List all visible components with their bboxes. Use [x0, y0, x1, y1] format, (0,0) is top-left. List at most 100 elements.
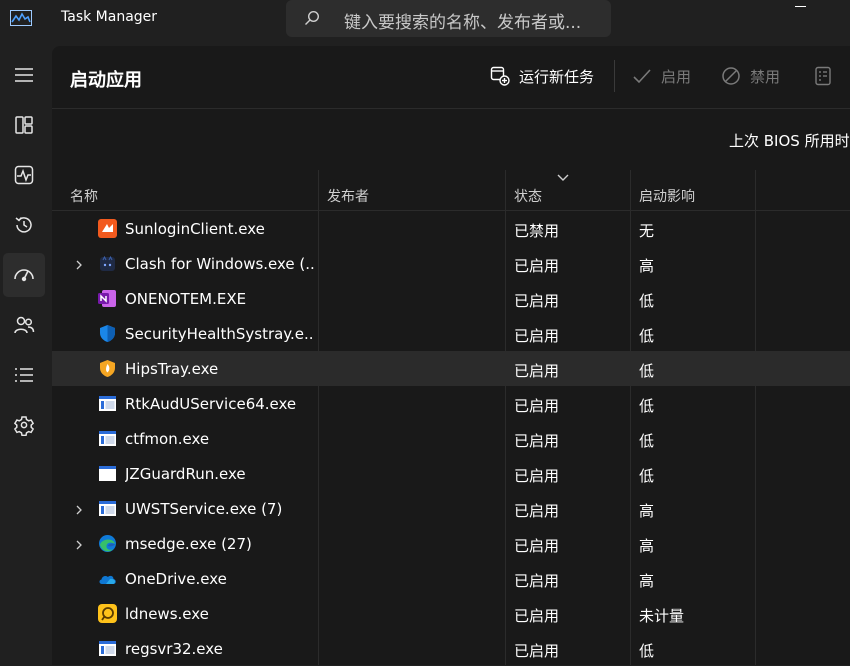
sort-chevron-down-icon — [557, 174, 569, 181]
disable-label: 禁用 — [750, 67, 781, 86]
row-status: 已启用 — [514, 257, 560, 275]
chevron-right-icon[interactable] — [74, 538, 84, 550]
row-status: 已启用 — [514, 362, 560, 380]
app-history-icon[interactable] — [3, 203, 45, 247]
generic-app-icon — [98, 429, 117, 448]
onenote-icon — [98, 289, 117, 308]
row-impact: 低 — [639, 432, 655, 450]
row-name: OneDrive.exe — [125, 570, 227, 588]
bios-time-label: 上次 BIOS 所用时间 — [729, 132, 850, 150]
table-row[interactable]: ctfmon.exe 已启用 低 — [52, 421, 850, 456]
row-name: UWSTService.exe (7) — [125, 500, 283, 518]
column-header-impact[interactable]: 启动影响 — [639, 186, 695, 206]
edge-icon — [98, 534, 117, 553]
row-name: HipsTray.exe — [125, 360, 219, 378]
row-impact: 低 — [639, 327, 655, 345]
row-impact: 高 — [639, 572, 655, 590]
row-status: 已启用 — [514, 502, 560, 520]
startup-apps-icon[interactable] — [3, 253, 45, 297]
navigation-sidebar — [0, 48, 50, 665]
row-status: 已禁用 — [514, 222, 560, 240]
row-name: ldnews.exe — [125, 605, 209, 623]
users-icon[interactable] — [3, 303, 45, 347]
onedrive-cloud-icon — [98, 569, 117, 588]
column-header-name[interactable]: 名称 — [70, 186, 98, 206]
processes-icon[interactable] — [3, 103, 45, 147]
column-header-status[interactable]: 状态 — [514, 186, 542, 206]
row-impact: 未计量 — [639, 607, 685, 625]
security-shield-icon — [98, 324, 117, 343]
startup-apps-panel: 启动应用 运行新任务 启用 禁用 上次 BIOS 所用时间 名称 发布者 状态 … — [52, 46, 850, 665]
search-box[interactable]: 键入要搜索的名称、发布者或... — [286, 0, 611, 37]
hips-shield-icon — [98, 359, 117, 378]
chevron-right-icon[interactable] — [74, 503, 84, 515]
table-row[interactable]: msedge.exe (27) 已启用 高 — [52, 526, 850, 561]
generic-app-icon — [98, 639, 117, 658]
disable-circle-icon — [722, 67, 740, 85]
search-input[interactable]: 键入要搜索的名称、发布者或... — [344, 8, 581, 33]
row-name: Clash for Windows.exe (... — [125, 255, 315, 273]
task-manager-app-icon — [10, 10, 32, 26]
toolbar-divider — [614, 60, 615, 92]
clash-icon — [98, 254, 117, 273]
title-bar: Task Manager 键入要搜索的名称、发布者或... — [0, 0, 850, 40]
table-row[interactable]: UWSTService.exe (7) 已启用 高 — [52, 491, 850, 526]
row-status: 已启用 — [514, 537, 560, 555]
row-status: 已启用 — [514, 467, 560, 485]
details-icon[interactable] — [3, 353, 45, 397]
row-status: 已启用 — [514, 642, 560, 660]
services-icon[interactable] — [3, 403, 45, 447]
header-divider — [52, 108, 850, 109]
new-task-icon — [490, 66, 510, 86]
minimize-icon[interactable] — [795, 6, 806, 7]
enable-label: 启用 — [661, 67, 692, 86]
table-row[interactable]: ldnews.exe 已启用 未计量 — [52, 596, 850, 631]
generic-app-icon — [98, 499, 117, 518]
table-row[interactable]: RtkAudUService64.exe 已启用 低 — [52, 386, 850, 421]
hamburger-menu-icon[interactable] — [3, 53, 45, 97]
row-status: 已启用 — [514, 432, 560, 450]
checkmark-icon — [633, 69, 651, 84]
row-impact: 高 — [639, 537, 655, 555]
row-impact: 低 — [639, 397, 655, 415]
row-impact: 低 — [639, 642, 655, 660]
row-status: 已启用 — [514, 572, 560, 590]
sunlogin-icon — [98, 219, 117, 238]
table-row[interactable]: Clash for Windows.exe (... 已启用 高 — [52, 246, 850, 281]
page-title: 启动应用 — [70, 70, 142, 91]
table-row[interactable]: OneDrive.exe 已启用 高 — [52, 561, 850, 596]
row-name: SecurityHealthSystray.e... — [125, 325, 315, 343]
generic-app-icon — [98, 394, 117, 413]
row-name: RtkAudUService64.exe — [125, 395, 297, 413]
column-header-publisher[interactable]: 发布者 — [327, 186, 369, 206]
row-status: 已启用 — [514, 607, 560, 625]
chevron-right-icon[interactable] — [74, 258, 84, 270]
run-new-task-button[interactable]: 运行新任务 — [490, 62, 594, 90]
row-name: ctfmon.exe — [125, 430, 210, 448]
row-status: 已启用 — [514, 397, 560, 415]
table-row[interactable]: SecurityHealthSystray.e... 已启用 低 — [52, 316, 850, 351]
table-row[interactable]: regsvr32.exe 已启用 低 — [52, 631, 850, 666]
row-name: JZGuardRun.exe — [125, 465, 246, 483]
disable-button[interactable]: 禁用 — [721, 62, 780, 90]
row-name: regsvr32.exe — [125, 640, 223, 658]
blank-window-icon — [98, 464, 117, 483]
enable-button[interactable]: 启用 — [632, 62, 691, 90]
properties-button[interactable] — [813, 62, 842, 90]
row-name: ONENOTEM.EXE — [125, 290, 247, 308]
performance-icon[interactable] — [3, 153, 45, 197]
row-impact: 高 — [639, 257, 655, 275]
run-new-task-label: 运行新任务 — [519, 67, 595, 86]
row-impact: 无 — [639, 222, 655, 240]
search-icon — [305, 10, 320, 25]
row-name: msedge.exe (27) — [125, 535, 252, 553]
row-name: SunloginClient.exe — [125, 220, 265, 238]
ldnews-icon — [98, 604, 117, 623]
table-row[interactable]: SunloginClient.exe 已禁用 无 — [52, 211, 850, 246]
table-row[interactable]: JZGuardRun.exe 已启用 低 — [52, 456, 850, 491]
row-impact: 低 — [639, 292, 655, 310]
app-title: Task Manager — [61, 9, 158, 25]
row-status: 已启用 — [514, 327, 560, 345]
table-row[interactable]: ONENOTEM.EXE 已启用 低 — [52, 281, 850, 316]
table-row[interactable]: HipsTray.exe 已启用 低 — [52, 351, 850, 386]
